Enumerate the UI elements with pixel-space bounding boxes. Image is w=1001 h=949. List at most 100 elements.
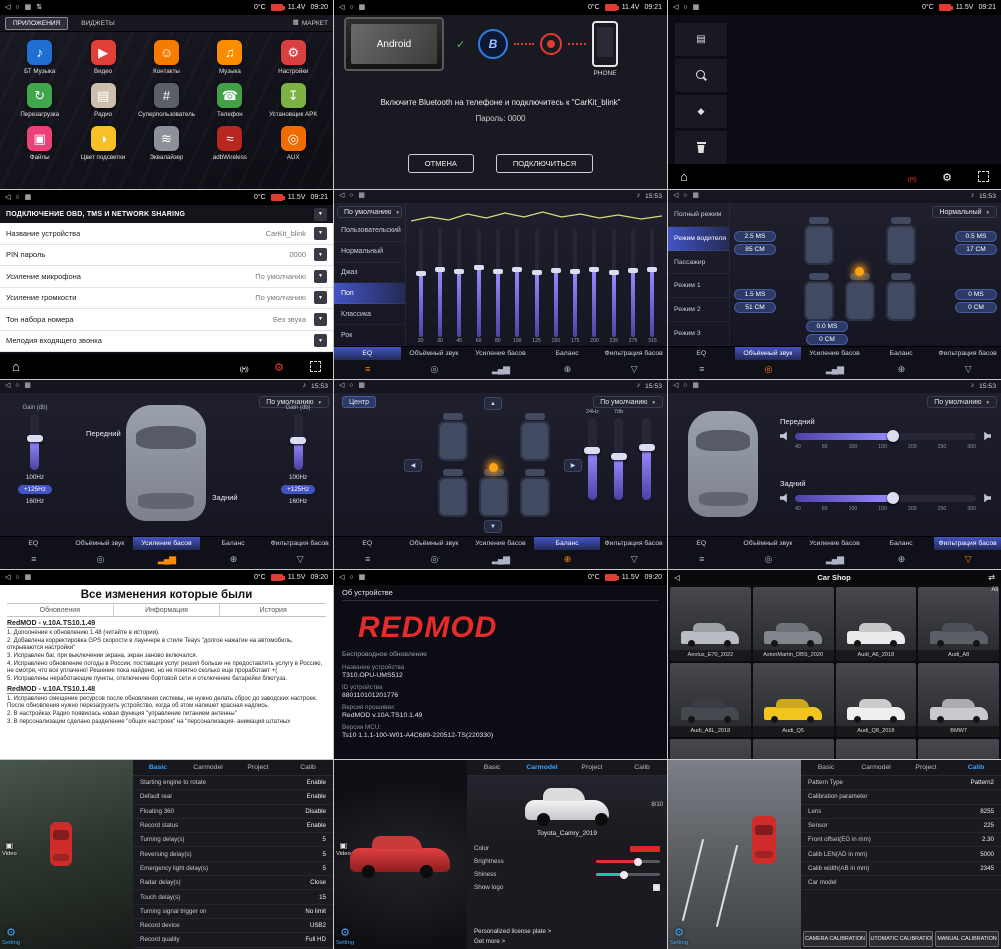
tab-balance[interactable]: Баланс⊕ [868, 347, 935, 379]
car-card[interactable]: Audi_A6_2018 [836, 587, 917, 661]
home-circle-icon[interactable] [15, 383, 19, 390]
freq-option-active[interactable]: +125Hz [18, 485, 52, 494]
settings-row[interactable]: Emergency light delay(s) 5 [133, 862, 333, 876]
video-button[interactable]: Video [2, 842, 17, 857]
eq-band-slider[interactable]: 60 [469, 229, 488, 346]
settings-row[interactable]: Calib LEN(AD in mm) 5000 [801, 847, 1001, 861]
home-circle-icon[interactable] [15, 4, 19, 11]
app-item[interactable]: ▤ Радио [71, 83, 134, 118]
car-card[interactable]: Aeolus_E70_2022 [670, 587, 751, 661]
tab-updates[interactable]: Обновления [7, 604, 114, 616]
freq-option-active[interactable]: +125Hz [281, 485, 315, 494]
recents-icon[interactable] [359, 4, 366, 11]
eq-band-slider[interactable]: 20 [411, 229, 430, 346]
car-card[interactable]: BMW7 [918, 663, 999, 737]
frequency-slider[interactable] [795, 495, 976, 502]
mode-item[interactable]: Режим 2 [668, 298, 729, 322]
slider-knob[interactable] [290, 437, 306, 444]
back-icon[interactable] [339, 574, 344, 581]
slider-knob[interactable] [551, 268, 561, 273]
settings-row[interactable]: Calibration parameter [801, 790, 1001, 804]
tab-eq[interactable]: EQ≡ [668, 537, 735, 569]
tab-calib[interactable]: Calib [283, 764, 333, 771]
settings-gear-icon[interactable] [274, 359, 284, 375]
back-icon[interactable] [5, 194, 10, 201]
balance-preset-dropdown[interactable]: По умолчанию [593, 396, 663, 408]
back-icon[interactable] [5, 574, 10, 581]
back-icon[interactable] [674, 574, 680, 582]
gain-slider[interactable] [294, 414, 303, 470]
tab-bass[interactable]: Усиление басов▂▄▆ [133, 537, 200, 569]
eq-band-slider[interactable]: 275 [623, 229, 642, 346]
tab-eq[interactable]: EQ≡ [334, 537, 401, 569]
mode-item[interactable]: Режим 1 [668, 274, 729, 298]
balance-right-button[interactable] [564, 459, 582, 472]
level-slider[interactable] [642, 418, 651, 500]
slider-knob[interactable] [493, 269, 503, 274]
eq-band-slider[interactable]: 80 [488, 229, 507, 346]
mode-item[interactable]: Режим 3 [668, 322, 729, 346]
app-item[interactable]: ☺ Контакты [135, 40, 198, 75]
preset-item[interactable]: Джаз [334, 263, 405, 284]
car-card[interactable]: Audi_Q5 [753, 663, 834, 737]
gain-slider[interactable] [30, 414, 39, 470]
frequency-slider[interactable] [795, 433, 976, 440]
preset-item[interactable]: Классика [334, 304, 405, 325]
car-card[interactable]: AstonMartin_DBS_2020 [753, 587, 834, 661]
calibration-button[interactable]: MANUAL CALIBRATION [935, 931, 999, 947]
settings-row[interactable]: Усиление микрофона По умолчанию [0, 266, 333, 288]
tab-surround[interactable]: Объёмный звук◎ [401, 347, 468, 379]
tab-eq[interactable]: EQ≡ [334, 347, 401, 379]
balance-position-dot[interactable] [489, 463, 498, 472]
tab-applications[interactable]: ПРИЛОЖЕНИЯ [5, 17, 68, 30]
home-circle-icon[interactable] [15, 194, 19, 201]
connect-button[interactable]: ПОДКЛЮЧИТЬСЯ [496, 154, 593, 173]
settings-row[interactable]: Record device USB2 [133, 919, 333, 933]
car-card[interactable] [753, 739, 834, 759]
recents-icon[interactable] [692, 383, 698, 390]
tab-bass[interactable]: Усиление басов▂▄▆ [467, 347, 534, 379]
tab-eq[interactable]: EQ≡ [668, 347, 735, 379]
preset-item-active[interactable]: Поп [334, 283, 405, 304]
tab-surround[interactable]: Объёмный звук◎ [735, 347, 802, 379]
color-swatch[interactable] [630, 846, 660, 852]
recents-icon[interactable] [25, 4, 32, 11]
dropdown-arrow-icon[interactable] [314, 270, 327, 283]
app-item[interactable]: ↧ Установщик APK [262, 83, 325, 118]
home-circle-icon[interactable] [15, 574, 19, 581]
settings-row[interactable]: Мелодия входящего звонка [0, 331, 333, 353]
tab-filter[interactable]: Фильтрация басов▽ [600, 347, 667, 379]
setting-button[interactable]: Setting [670, 928, 688, 946]
dropdown-arrow-icon[interactable] [314, 334, 327, 347]
tab-basic[interactable]: Basic [801, 764, 851, 771]
eq-preset-dropdown[interactable]: По умолчанию [337, 206, 402, 218]
eq-band-slider[interactable]: 150 [546, 229, 565, 346]
filter-all-label[interactable]: All [991, 587, 998, 593]
app-item[interactable]: # Суперпользователь [135, 83, 198, 118]
delete-button[interactable] [675, 131, 727, 164]
hotspot-icon[interactable] [908, 169, 916, 185]
settings-row[interactable]: Starting engine to rotate Enable [133, 776, 333, 790]
section-label[interactable]: Беспроводное обновление [342, 651, 659, 658]
get-more-link[interactable]: Get more > [474, 938, 660, 945]
settings-row[interactable]: Тон набора номера Без звука [0, 309, 333, 331]
theme-button[interactable] [675, 95, 727, 128]
recents-icon[interactable] [24, 383, 30, 390]
slider-knob[interactable] [512, 267, 522, 272]
dropdown-arrow-icon[interactable] [314, 227, 327, 240]
home-icon[interactable] [12, 359, 20, 375]
app-item[interactable]: ◑ Цвет подсветки [71, 126, 134, 161]
tab-bass[interactable]: Усиление басов▂▄▆ [801, 347, 868, 379]
app-item[interactable]: ◎ AUX [262, 126, 325, 161]
freq-option[interactable]: 160Hz [283, 497, 313, 506]
slider-knob[interactable] [416, 271, 426, 276]
app-item[interactable]: ↻ Перезагрузка [8, 83, 71, 118]
recents-icon[interactable] [358, 193, 364, 200]
recents-icon[interactable] [692, 193, 698, 200]
eq-band-slider[interactable]: 175 [566, 229, 585, 346]
tab-calib[interactable]: Calib [951, 764, 1001, 771]
recents-icon[interactable] [358, 383, 364, 390]
back-icon[interactable] [673, 4, 678, 11]
rear-right-delay[interactable]: 0 MS0 CM [955, 289, 997, 313]
tab-project[interactable]: Project [567, 764, 617, 771]
